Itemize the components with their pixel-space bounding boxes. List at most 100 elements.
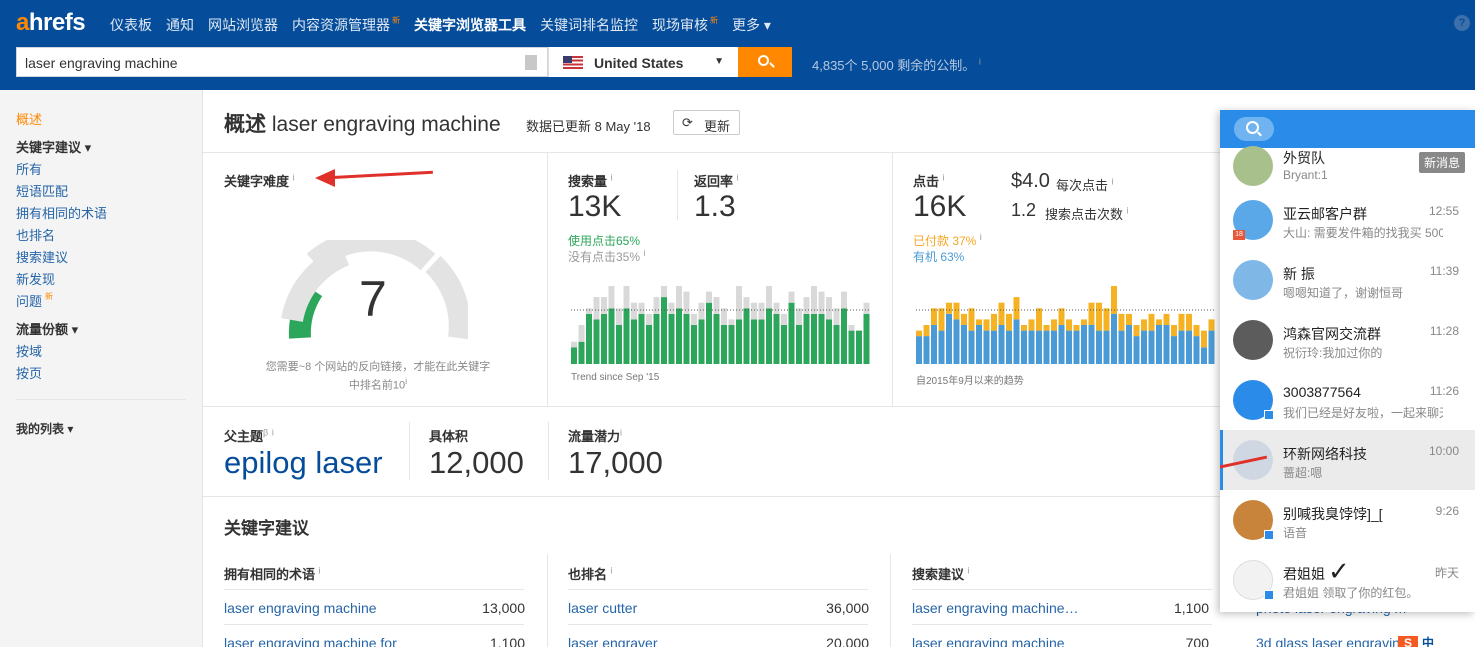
chart-bar [593,319,600,364]
chart-bar [1193,325,1200,337]
chart-bar [991,330,997,364]
sidebar-item-questions[interactable]: 问题新 [16,291,53,310]
chart-bar [1058,325,1065,364]
country-select[interactable]: United States ▼ [548,47,738,77]
ime-toolbar[interactable]: S中 [1398,634,1475,647]
sidebar-item-phrase-match[interactable]: 短语匹配 [16,181,68,200]
traffic-potential-label: 流量潜力i [568,427,623,444]
chart-bar [1021,330,1027,364]
nav-keywords-explorer[interactable]: 关键字浏览器工具 [414,15,526,35]
sidebar-item-by-page[interactable]: 按页 [16,363,42,382]
sidebar-item-newly-discovered[interactable]: 新发现 [16,269,55,288]
chart-bar [833,325,840,364]
sidebar-item-by-domain[interactable]: 按域 [16,341,42,360]
chat-time: 12:55 [1428,204,1459,218]
nav-site-explorer[interactable]: 网站浏览器 [208,15,278,35]
chart-bar [833,308,840,325]
col-head-also-rank: 也排名 i [568,565,613,582]
nav-more[interactable]: 更多 ▾ [732,15,771,35]
chart-bar [698,302,705,320]
keyword-link[interactable]: 3d glass laser engravin [1256,635,1400,647]
search-button[interactable] [738,47,792,77]
nav-rank-tracker[interactable]: 关键词排名监控 [540,15,638,35]
chat-row[interactable]: 18 亚云邮客户群 大山: 需要发件箱的找我买 500+ 12:55 [1220,190,1475,250]
col-head-same-terms: 拥有相同的术语 i [224,565,321,582]
keyword-link[interactable]: laser engraving machine for [224,635,397,647]
keyword-link[interactable]: laser engraving machine… [912,600,1079,616]
chart-bar [766,286,772,309]
refresh-button[interactable]: ⟳ 更新 [673,110,740,135]
chart-bar [571,341,577,348]
nav-alerts[interactable]: 通知 [166,15,194,35]
chart-bar [1036,330,1042,364]
chat-time: 11:28 [1429,324,1459,338]
refresh-icon: ⟳ [682,115,693,130]
chart-bar [863,302,870,314]
chat-row[interactable]: 3003877564 我们已经是好友啦，一起来聊天吧 11:26 [1220,370,1475,430]
country-label: United States [594,55,684,71]
annotation-arrowhead [315,169,335,187]
keyword-volume: 13,000 [482,600,525,616]
chart-bar [743,308,750,364]
clicks-value: 16K [913,190,967,223]
chart-bar [976,319,982,325]
upload-file-icon[interactable] [525,55,537,70]
sidebar-head-traffic-share[interactable]: 流量份额 ▾ [16,319,78,338]
help-icon[interactable]: ? [1454,15,1470,31]
chat-row[interactable]: 鸿森官网交流群 祝衍玲:我加过你的 11:28 [1220,310,1475,370]
volume-label: 具体积 [429,429,469,444]
chart-bar [863,313,870,364]
sidebar-item-all[interactable]: 所有 [16,159,42,178]
chat-row[interactable]: 别喊我臭饽饽]_[ 语音 9:26 [1220,490,1475,550]
nav-site-audit[interactable]: 现场审核新 [652,15,718,35]
chat-row[interactable]: 外贸队 Bryant:1 新消息 [1220,128,1475,188]
sidebar-item-search-suggestions[interactable]: 搜索建议 [16,247,68,266]
chart-bar [1006,313,1012,331]
nav-dashboard[interactable]: 仪表板 [110,15,152,35]
keyword-search-input[interactable]: laser engraving machine [16,47,548,77]
chart-bar [803,297,810,314]
chat-name: 君姐姐 [1283,566,1325,582]
new-badge: 新 [710,16,718,25]
chart-bar [923,336,930,364]
chart-bar [1013,297,1020,320]
keyword-volume: 20,000 [826,635,869,647]
sidebar-item-overview[interactable]: 概述 [16,109,42,128]
chart-bar [1148,330,1155,364]
keyword-ideas-title: 关键字建议 [224,519,309,538]
chat-time: 11:39 [1429,264,1459,278]
chat-row[interactable]: 君姐姐 君姐姐 领取了你的红包。 昨天 ✓ [1220,550,1475,610]
chart-bar [1141,319,1147,331]
sidebar-item-also-rank[interactable]: 也排名 [16,225,55,244]
keyword-link[interactable]: laser cutter [568,600,637,616]
keyword-link[interactable]: laser engraving machine [224,600,377,616]
nav-content-explorer[interactable]: 内容资源管理器新 [292,15,400,35]
chart-bar [616,325,622,364]
keyword-link[interactable]: laser engraver [568,635,658,647]
chart-bar [1141,330,1147,364]
sidebar-my-lists[interactable]: 我的列表 ▾ [16,420,73,437]
chat-row-selected[interactable]: 环新网络科技 蔷超:嗯 10:00 [1220,430,1475,490]
sidebar-item-same-terms[interactable]: 拥有相同的术语 [16,203,107,222]
chart-bar [1193,336,1200,364]
chart-bar [916,330,922,337]
chart-bar [743,297,750,309]
keyword-link[interactable]: laser engraving machine [912,635,1065,647]
chart-bar [803,313,810,364]
parent-topic-link[interactable]: epilog laser [224,445,383,481]
chat-time: 11:26 [1429,384,1459,398]
chart-bar [1081,319,1087,325]
chart-bar [1178,313,1185,331]
kd-note: 您需要~8 个网站的反向链接，才能在此关键字中排名前10i [265,361,491,392]
chart-bar [1058,308,1065,325]
sidebar-head-keyword-ideas[interactable]: 关键字建议 ▾ [16,137,91,156]
chat-message: 蔷超:嗯 [1283,466,1323,480]
chat-row[interactable]: 新 振 嗯嗯知道了，谢谢恒哥 11:39 [1220,250,1475,310]
chart-bar [1148,313,1155,331]
chart-bar [623,286,630,309]
ahrefs-logo[interactable]: ahrefs [16,9,86,37]
return-rate-label: 返回率 i [694,172,739,189]
chat-time: 昨天 [1434,566,1459,580]
chart-bar [1088,302,1095,325]
annotation-arrow [332,170,433,179]
